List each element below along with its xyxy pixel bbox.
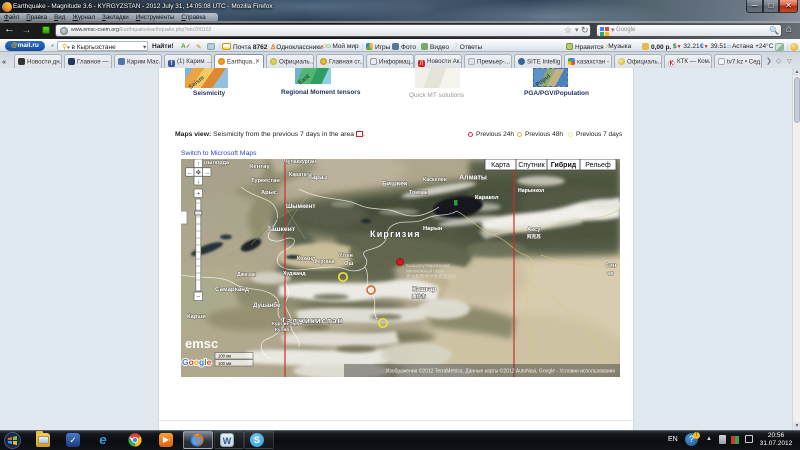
svg-text:Киргизия: Киргизия [370, 229, 421, 239]
svg-text:Туркестан: Туркестан [251, 178, 280, 184]
svg-text:Курган-Тюбе: Курган-Тюбе [272, 320, 302, 327]
svg-text:Фергана: Фергана [313, 259, 335, 265]
svg-text:Тараз: Тараз [308, 174, 328, 181]
svg-text:Изображения ©2012 TerraMetrics: Изображения ©2012 TerraMetrics, Данные к… [386, 368, 615, 375]
svg-text:Ташкент: Ташкент [267, 226, 296, 233]
svg-text:ав: ав [607, 271, 614, 277]
svg-text:Карта: Карта [491, 162, 510, 169]
svg-text:Куляб: Куляб [275, 326, 289, 333]
svg-text:阿克苏: 阿克苏 [527, 233, 541, 240]
svg-text:Нарын: Нарын [423, 226, 443, 232]
svg-text:Каскелен: Каскелен [423, 177, 447, 183]
svg-text:Карши: Карши [187, 314, 206, 320]
svg-text:↓: ↓ [197, 178, 200, 185]
svg-text:→: → [203, 169, 210, 176]
svg-text:喀什市: 喀什市 [412, 293, 426, 300]
svg-text:Гибрид: Гибрид [551, 161, 577, 169]
svg-text:←: ← [187, 169, 194, 176]
svg-text:Каратау: Каратау [289, 172, 310, 178]
svg-text:Узген: Узген [339, 253, 353, 259]
svg-text:Аксу: Аксу [527, 227, 541, 233]
svg-text:Шымкент: Шымкент [286, 203, 315, 210]
svg-text:100 км: 100 км [218, 354, 231, 359]
svg-text:Син: Син [605, 263, 617, 269]
svg-text:автономный округ: автономный округ [406, 268, 445, 274]
svg-text:+: + [196, 191, 200, 198]
svg-text:Бишкек: Бишкек [382, 181, 408, 188]
svg-text:Алматы: Алматы [459, 175, 487, 182]
svg-text:Душанбе: Душанбе [253, 302, 281, 309]
svg-text:↑: ↑ [197, 161, 200, 168]
svg-text:Ош: Ош [344, 261, 354, 267]
svg-text:Самарканд: Самарканд [215, 286, 249, 293]
svg-text:Кызылсу-Киргизский: Кызылсу-Киргизский [406, 262, 450, 268]
svg-text:克孜勒苏柯尔克孜自治州: 克孜勒苏柯尔克孜自治州 [406, 273, 457, 280]
svg-text:Google: Google [182, 357, 212, 367]
svg-text:Спутник: Спутник [518, 162, 545, 169]
svg-text:100 ми: 100 ми [218, 361, 232, 366]
svg-text:Арыс: Арыс [261, 190, 278, 196]
svg-text:Джизак: Джизак [237, 272, 256, 278]
svg-text:−: − [196, 294, 200, 301]
svg-text:Каракол: Каракол [475, 195, 499, 201]
svg-text:Токмак: Токмак [409, 190, 428, 196]
svg-text:Нарынкол: Нарынкол [518, 188, 544, 194]
svg-text:Рельеф: Рельеф [585, 162, 611, 169]
svg-text:Чулаккурган: Чулаккурган [284, 159, 316, 165]
svg-text:✥: ✥ [196, 168, 202, 176]
svg-text:Худжанд: Худжанд [283, 271, 306, 277]
svg-text:Кашгар: Кашгар [412, 286, 436, 293]
svg-text:Кентау: Кентау [250, 164, 270, 170]
svg-text:emsc: emsc [185, 336, 218, 351]
